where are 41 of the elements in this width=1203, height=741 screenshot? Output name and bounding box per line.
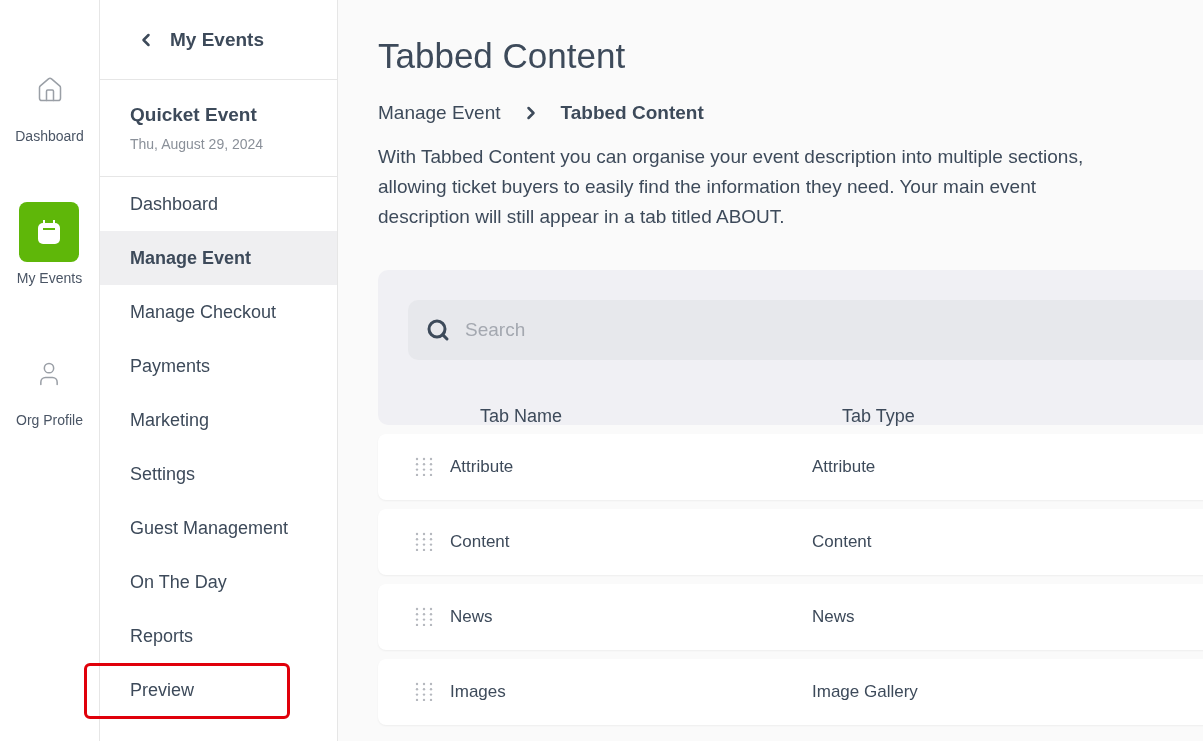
column-header: Tab Type — [842, 406, 916, 427]
nav-label[interactable]: Dashboard — [15, 128, 84, 144]
sidebar-item[interactable]: Guest Management — [100, 501, 337, 555]
drag-handle-icon[interactable] — [414, 682, 434, 702]
event-date: Thu, August 29, 2024 — [130, 136, 265, 152]
sidebar-item[interactable]: Payments — [100, 339, 337, 393]
nav-tile[interactable] — [19, 202, 80, 262]
back-link[interactable]: My Events — [100, 0, 337, 80]
event-name: Quicket Event — [130, 104, 258, 126]
search-icon — [426, 318, 450, 342]
table-cell-text: News — [450, 607, 494, 627]
column-header: Tab Name — [480, 406, 564, 427]
table-cell-text: Image Gallery — [812, 682, 919, 702]
search-field[interactable]: Search — [408, 300, 1203, 360]
table-cell-text: Attribute — [450, 457, 515, 477]
sidebar-item[interactable]: Preview — [100, 663, 337, 717]
table-cell-text: News — [812, 607, 856, 627]
sidebar-item[interactable]: Settings — [100, 447, 337, 501]
page-title: Tabbed Content — [378, 36, 627, 76]
sidebar-item[interactable]: On The Day — [100, 555, 337, 609]
sidebar-item[interactable]: Marketing — [100, 393, 337, 447]
table-row[interactable]: News News — [378, 584, 1203, 650]
nav-label[interactable]: My Events — [16, 270, 83, 286]
table-cell-text: Attribute — [812, 457, 877, 477]
sidebar-item[interactable]: Manage Checkout — [100, 285, 337, 339]
breadcrumb-item[interactable]: Manage Event — [378, 102, 501, 124]
drag-handle-icon[interactable] — [414, 532, 434, 552]
sidebar-item[interactable]: Manage Event — [100, 231, 337, 285]
drag-handle-icon[interactable] — [414, 457, 434, 477]
table-cell-text: Images — [450, 682, 507, 702]
sidebar-item[interactable]: Dashboard — [100, 177, 337, 231]
table-row[interactable]: Attribute Attribute — [378, 434, 1203, 500]
nav-label[interactable]: Org Profile — [16, 412, 83, 428]
table-row[interactable]: Images Image Gallery — [378, 659, 1203, 725]
table-row[interactable]: Content Content — [378, 509, 1203, 575]
sidebar-item[interactable]: Reports — [100, 609, 337, 663]
drag-handle-icon[interactable] — [414, 607, 434, 627]
breadcrumb-item: Tabbed Content — [560, 102, 704, 124]
page-description: With Tabbed Content you can organise your event description into multiple sections, allowing ticket buyers to easily find the information they need. Your main event description will still appear in a tab titled ABOUT. — [378, 145, 1085, 229]
table-cell-text: Content — [812, 532, 873, 552]
table-cell-text: Content — [450, 532, 511, 552]
